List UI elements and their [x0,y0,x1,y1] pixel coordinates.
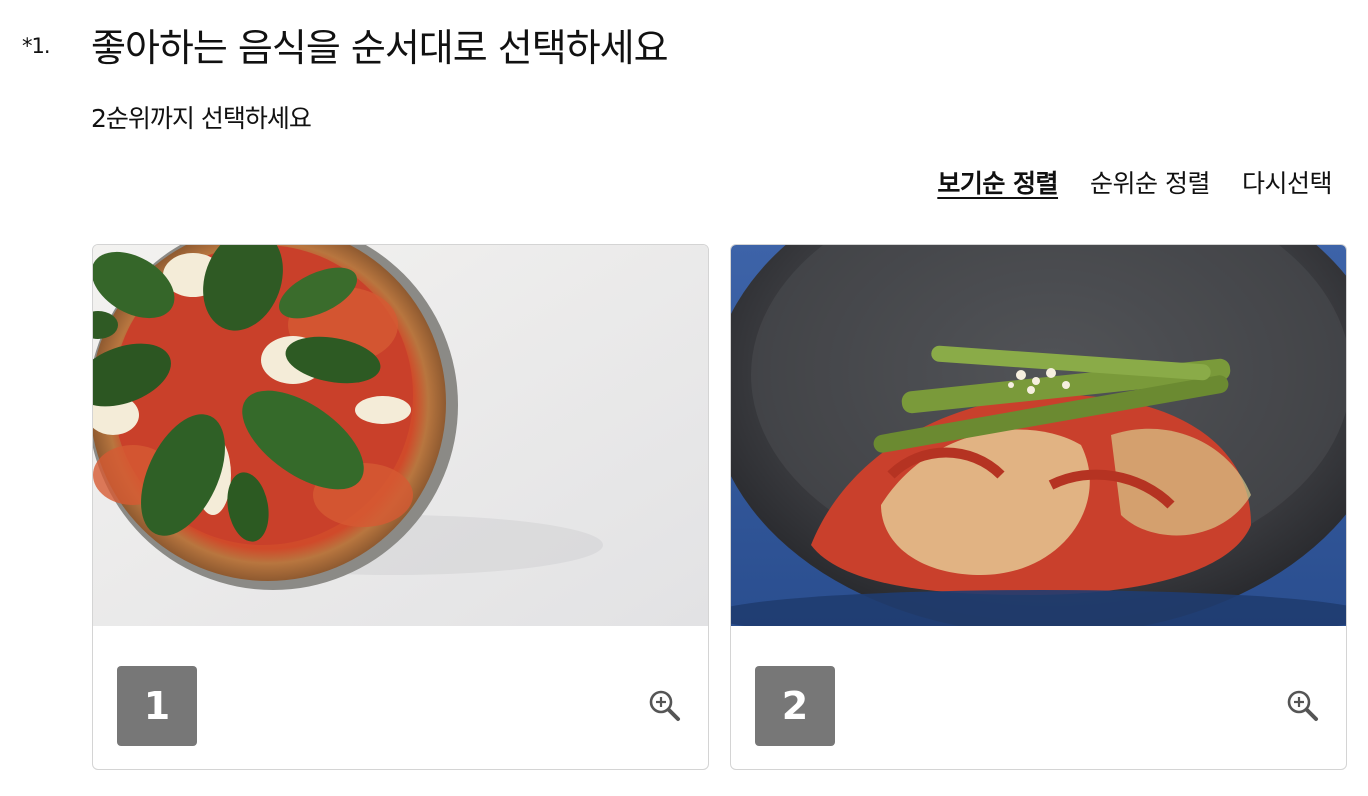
option-card-pizza[interactable]: 1 [92,244,709,770]
rank-badge[interactable]: 1 [117,666,197,746]
question-title: 좋아하는 음식을 순서대로 선택하세요 [91,26,669,70]
pizza-image[interactable] [93,245,708,626]
zoom-in-icon[interactable] [648,689,682,723]
sort-by-view-order-link[interactable]: 보기순 정렬 [937,166,1058,202]
option-card-kimchi[interactable]: 2 [730,244,1347,770]
question-hint: 2순위까지 선택하세요 [91,104,312,133]
reset-selection-link[interactable]: 다시선택 [1242,166,1333,202]
kimchi-image[interactable] [731,245,1346,626]
zoom-in-icon[interactable] [1286,689,1320,723]
question-page: *1. 좋아하는 음식을 순서대로 선택하세요 2순위까지 선택하세요 보기순 … [0,0,1368,796]
rank-badge[interactable]: 2 [755,666,835,746]
question-number: *1. [22,34,51,58]
sort-by-rank-order-link[interactable]: 순위순 정렬 [1090,166,1210,202]
sort-bar: 보기순 정렬 순위순 정렬 다시선택 [937,166,1332,202]
